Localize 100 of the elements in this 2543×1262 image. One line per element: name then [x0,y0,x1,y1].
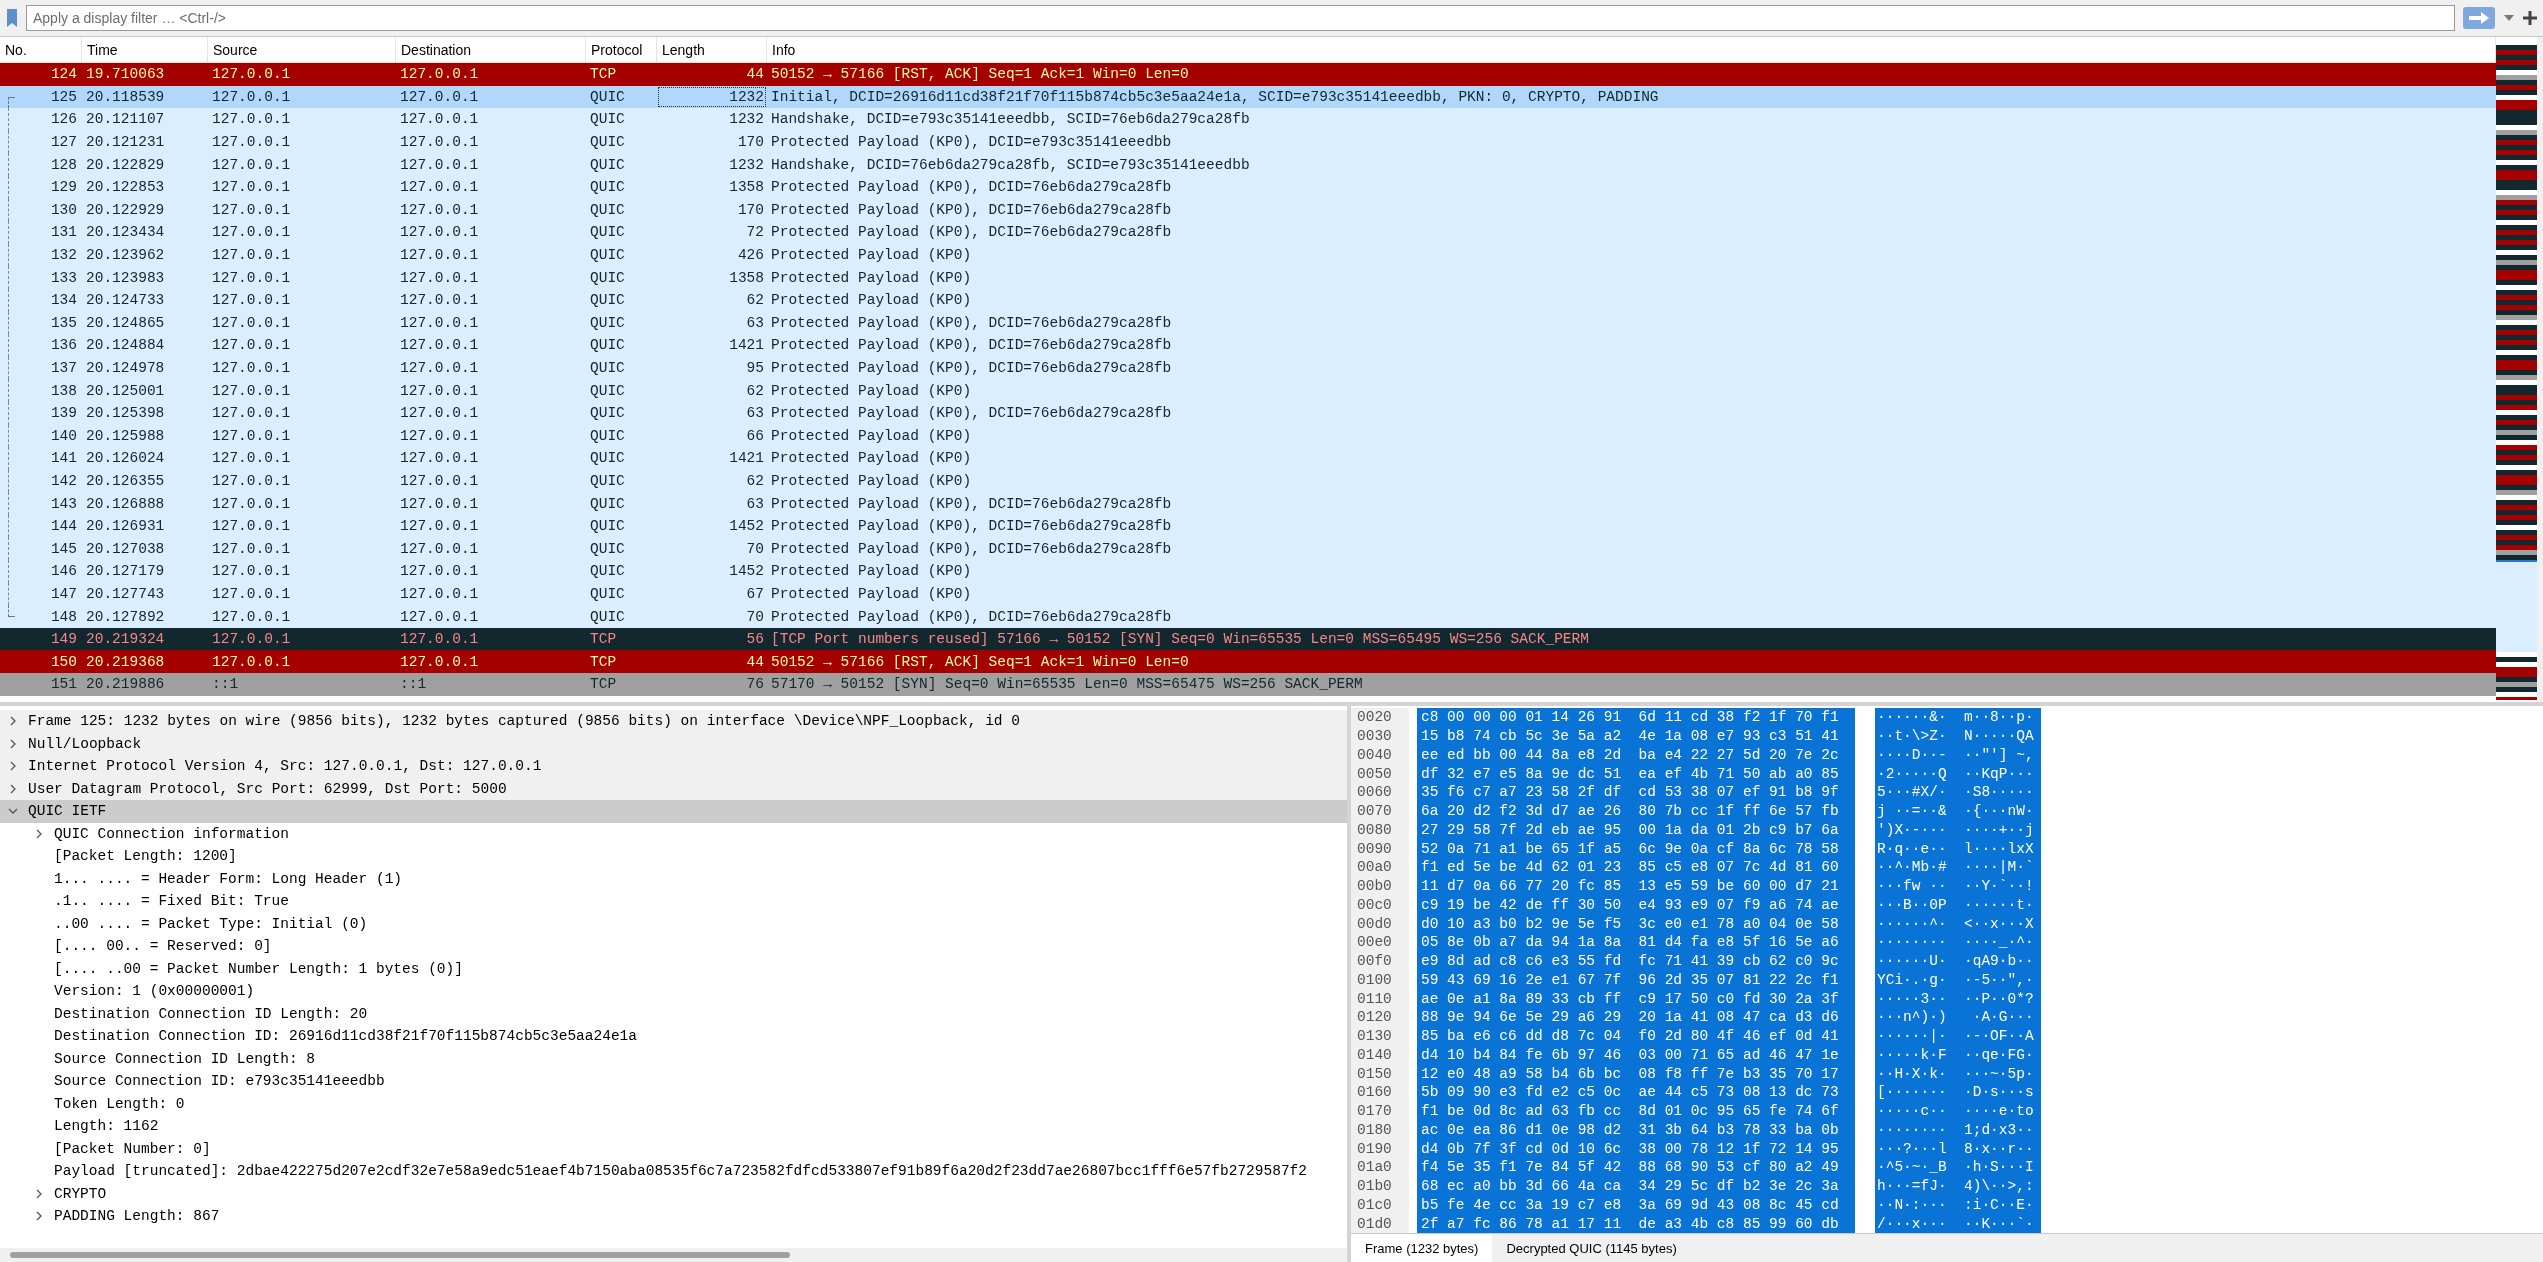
protocol-cell-text: QUIC [589,246,626,266]
packet-row[interactable]: 143 20.126888 127.0.0.1 127.0.0.1 QUIC 63 Protected Payload (KP0), DCID=76eb6da279ca28fb [0,492,2496,515]
packet-row[interactable]: 142 20.126355 127.0.0.1 127.0.0.1 QUIC 62 Protected Payload (KP0) [0,469,2496,493]
length-cell-text: 95 [745,359,765,378]
length-cell-text: 63 [745,313,765,333]
tree-item[interactable]: Length: 1162 [0,1115,1347,1138]
column-header[interactable]: Source [208,37,396,62]
chevron-icon[interactable] [8,716,18,727]
tree-item[interactable]: Version: 1 (0x00000001) [0,980,1347,1003]
column-header[interactable]: Time [82,37,208,62]
packet-row[interactable]: 131 20.123434 127.0.0.1 127.0.0.1 QUIC 72 Protected Payload (KP0), DCID=76eb6da279ca28fb [0,221,2496,244]
tree-item[interactable]: [.... ..00 = Packet Number Length: 1 bytes (0)] [0,957,1347,980]
packet-row[interactable]: 141 20.126024 127.0.0.1 127.0.0.1 QUIC 1421 Protected Payload (KP0) [0,447,2496,470]
number-cell-text: 134 [49,291,78,311]
source-cell-text: 127.0.0.1 [211,336,292,356]
tree-item[interactable]: [Packet Length: 1200] [0,845,1347,868]
tree-item[interactable]: User Datagram Protocol, Src Port: 62999, Dst Port: 5000 [0,777,1347,800]
tree-item[interactable]: [Packet Number: 0] [0,1137,1347,1160]
packet-row[interactable]: 145 20.127038 127.0.0.1 127.0.0.1 QUIC 70 Protected Payload (KP0), DCID=76eb6da279ca28fb [0,537,2496,561]
tree-item[interactable]: Destination Connection ID Length: 20 [0,1002,1347,1025]
info-cell-text: Protected Payload (KP0) [770,246,973,266]
packet-row[interactable]: 139 20.125398 127.0.0.1 127.0.0.1 QUIC 63 Protected Payload (KP0), DCID=76eb6da279ca28fb [0,401,2496,425]
tree-item[interactable]: Frame 125: 1232 bytes on wire (9856 bits), 1232 bytes captured (9856 bits) on interface \Device\NPF_Loopback, id 0 [0,710,1347,733]
column-header[interactable]: No. [0,37,82,62]
time-cell-text: 20.126931 [85,517,166,537]
tree-item[interactable]: .1.. .... = Fixed Bit: True [0,890,1347,913]
packet-row[interactable]: 136 20.124884 127.0.0.1 127.0.0.1 QUIC 1421 Protected Payload (KP0), DCID=76eb6da279ca28fb [0,334,2496,357]
column-header[interactable]: Length [657,37,767,62]
packet-row[interactable]: 126 20.121107 127.0.0.1 127.0.0.1 QUIC 1232 Handshake, DCID=e793c35141eeedbb, SCID=76eb6da279ca28fb [0,108,2496,131]
packet-row[interactable]: 149 20.219324 127.0.0.1 127.0.0.1 TCP 56 [TCP Port numbers reused] 57166 → 50152 [SYN] Seq=0 Win=65535 Len=0 MSS=65495 WS=256 SACK_PERM [0,627,2496,651]
packet-row[interactable]: 133 20.123983 127.0.0.1 127.0.0.1 QUIC 1358 Protected Payload (KP0) [0,266,2496,289]
tree-item[interactable]: Source Connection ID Length: 8 [0,1047,1347,1070]
number-cell-text: 131 [49,223,78,243]
destination-cell-text: 127.0.0.1 [399,133,480,153]
tree-item[interactable]: [.... 00.. = Reserved: 0] [0,935,1347,958]
tree-item[interactable]: Destination Connection ID: 26916d11cd38f21f70f115b874cb5c3e5aa24e1a [0,1025,1347,1048]
packet-row[interactable]: 128 20.122829 127.0.0.1 127.0.0.1 QUIC 1232 Handshake, DCID=76eb6da279ca28fb, SCID=e793c35141eeedbb [0,153,2496,176]
chevron-icon[interactable] [34,1188,44,1199]
tree-item[interactable]: CRYPTO [0,1182,1347,1205]
add-filter-button-icon[interactable] [2523,11,2537,25]
destination-cell-text: 127.0.0.1 [399,381,480,401]
tree-item[interactable]: Internet Protocol Version 4, Src: 127.0.0.1, Dst: 127.0.0.1 [0,755,1347,778]
protocol-cell-text: QUIC [589,200,626,220]
packet-row[interactable]: 129 20.122853 127.0.0.1 127.0.0.1 QUIC 1358 Protected Payload (KP0), DCID=76eb6da279ca28fb [0,175,2496,199]
bookmark-icon[interactable] [6,8,18,28]
horizontal-scrollbar[interactable] [0,1248,1347,1262]
tree-item[interactable]: Source Connection ID: e793c35141eeedbb [0,1070,1347,1093]
source-cell-text: 127.0.0.1 [211,155,292,175]
packet-row[interactable]: 138 20.125001 127.0.0.1 127.0.0.1 QUIC 62 Protected Payload (KP0) [0,379,2496,402]
source-cell-text: 127.0.0.1 [211,562,292,582]
tree-item[interactable]: 1... .... = Header Form: Long Header (1) [0,867,1347,890]
number-cell-text: 125 [49,87,78,107]
number-cell-text: 130 [49,200,78,220]
tree-item[interactable]: QUIC Connection information [0,822,1347,845]
length-cell-text: 62 [745,381,765,401]
packet-row[interactable]: 146 20.127179 127.0.0.1 127.0.0.1 QUIC 1452 Protected Payload (KP0) [0,560,2496,583]
chevron-icon[interactable] [34,1211,44,1222]
chevron-icon[interactable] [8,761,18,772]
protocol-cell-text: QUIC [589,223,626,243]
tree-item[interactable]: Token Length: 0 [0,1092,1347,1115]
packet-row[interactable]: 147 20.127743 127.0.0.1 127.0.0.1 QUIC 67 Protected Payload (KP0) [0,582,2496,606]
column-header[interactable]: Destination [396,37,586,62]
hex-bytes: f1 ed 5e be 4d 62 01 23 85 c5 e8 07 7c 4d 81 60 [1417,858,1855,877]
protocol-cell-text: QUIC [589,381,626,401]
packet-row[interactable]: 150 20.219368 127.0.0.1 127.0.0.1 TCP 44 50152 → 57166 [RST, ACK] Seq=1 Ack=1 Win=0 Len=0 [0,650,2496,674]
tree-item[interactable]: QUIC IETF [0,800,1347,823]
packet-row[interactable]: 130 20.122929 127.0.0.1 127.0.0.1 QUIC 170 Protected Payload (KP0), DCID=76eb6da279ca28fb [0,198,2496,222]
scrollbar-thumb[interactable] [10,1252,790,1258]
packet-row[interactable]: 140 20.125988 127.0.0.1 127.0.0.1 QUIC 66 Protected Payload (KP0) [0,424,2496,448]
packet-row[interactable]: 132 20.123962 127.0.0.1 127.0.0.1 QUIC 426 Protected Payload (KP0) [0,243,2496,267]
packet-row[interactable]: 148 20.127892 127.0.0.1 127.0.0.1 QUIC 70 Protected Payload (KP0), DCID=76eb6da279ca28fb [0,605,2496,628]
packet-row[interactable]: 124 19.710063 127.0.0.1 127.0.0.1 TCP 44 50152 → 57166 [RST, ACK] Seq=1 Ack=1 Win=0 Len=0 [0,63,2496,86]
packet-row[interactable]: 144 20.126931 127.0.0.1 127.0.0.1 QUIC 1452 Protected Payload (KP0), DCID=76eb6da279ca28fb [0,514,2496,538]
number-cell-text: 133 [49,268,78,288]
protocol-cell-text: QUIC [589,87,626,107]
column-header[interactable]: Protocol [586,37,657,62]
chevron-icon[interactable] [34,828,44,839]
tree-item[interactable]: ..00 .... = Packet Type: Initial (0) [0,912,1347,935]
packet-row[interactable]: 134 20.124733 127.0.0.1 127.0.0.1 QUIC 62 Protected Payload (KP0) [0,288,2496,312]
chevron-icon[interactable] [8,783,18,794]
hex-bytes: 05 8e 0b a7 da 94 1a 8a 81 d4 fa e8 5f 16 5e a6 [1417,933,1855,952]
display-filter-field[interactable]: Apply a display filter … <Ctrl-/> [26,5,2455,31]
destination-cell-text: 127.0.0.1 [399,562,480,582]
packet-row[interactable]: 125 20.118539 127.0.0.1 127.0.0.1 QUIC 1232 Initial, DCID=26916d11cd38f21f70f115b874cb5c3e5aa24e1a, SCID=e793c35141eeedbb, PKN: 0, CRYPTO, PADDING [0,85,2496,109]
dropdown-caret-icon[interactable] [2503,14,2515,22]
number-cell-text: 127 [49,133,78,153]
packet-row[interactable]: 137 20.124978 127.0.0.1 127.0.0.1 QUIC 95 Protected Payload (KP0), DCID=76eb6da279ca28fb [0,356,2496,380]
tree-item[interactable]: PADDING Length: 867 [0,1205,1347,1228]
byte-view-tab[interactable]: Frame (1232 bytes) [1351,1234,1493,1262]
hex-offset: 00e0 [1351,933,1409,952]
protocol-cell-text: QUIC [589,584,626,604]
info-cell-text: Handshake, DCID=76eb6da279ca28fb, SCID=e793c35141eeedbb [770,155,1251,175]
packet-row[interactable]: 135 20.124865 127.0.0.1 127.0.0.1 QUIC 63 Protected Payload (KP0), DCID=76eb6da279ca28fb [0,311,2496,335]
tree-item[interactable]: Null/Loopback [0,732,1347,755]
packet-row[interactable]: 127 20.121231 127.0.0.1 127.0.0.1 QUIC 170 Protected Payload (KP0), DCID=e793c35141eeedbb [0,130,2496,154]
chevron-icon[interactable] [8,738,18,749]
tree-item[interactable]: Payload [truncated]: 2dbae422275d207e2cdf32e7e58a9edc51eaef4b7150aba08535f6c7a723582fdfcd533807ef91b89f6a20d2f23dd7ae26807bcc1fff6e57fb2729587f2 [0,1160,1347,1183]
packet-row[interactable]: 151 20.219886 ::1 ::1 TCP 76 57170 → 50152 [SYN] Seq=0 Win=65535 Len=0 MSS=65475 WS=256 SACK_PERM [0,673,2496,696]
arrow-icon [2467,11,2491,25]
length-cell-text: 70 [745,607,765,627]
